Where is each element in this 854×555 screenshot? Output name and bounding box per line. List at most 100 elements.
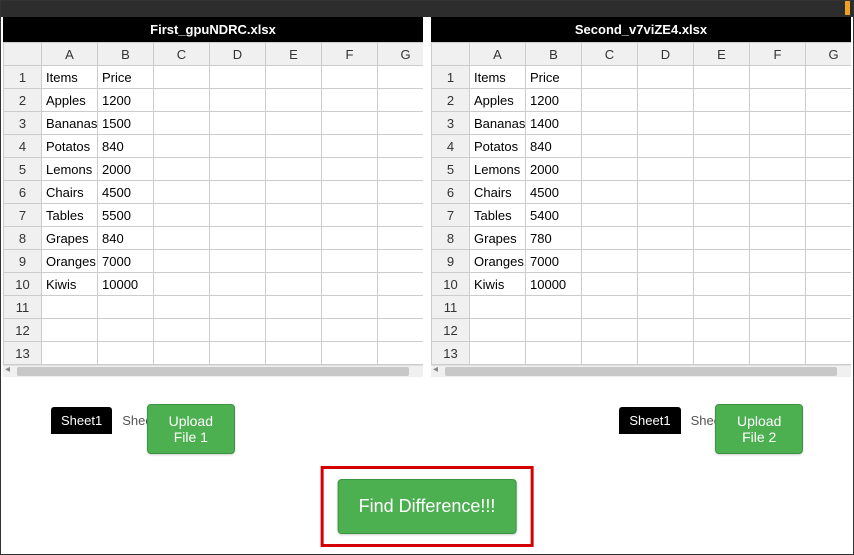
cell[interactable] <box>322 319 378 342</box>
cell[interactable] <box>266 227 322 250</box>
cell[interactable] <box>526 319 582 342</box>
cell[interactable] <box>378 342 424 365</box>
cell[interactable]: Potatos <box>42 135 98 158</box>
cell[interactable] <box>750 227 806 250</box>
row-header[interactable]: 2 <box>4 89 42 112</box>
cell[interactable] <box>266 273 322 296</box>
cell[interactable]: 1500 <box>98 112 154 135</box>
row-header[interactable]: 4 <box>4 135 42 158</box>
cell[interactable]: 5500 <box>98 204 154 227</box>
cell[interactable]: 10000 <box>98 273 154 296</box>
cell[interactable] <box>378 204 424 227</box>
cell[interactable] <box>694 66 750 89</box>
cell[interactable] <box>638 204 694 227</box>
cell[interactable]: Lemons <box>470 158 526 181</box>
cell[interactable] <box>378 319 424 342</box>
cell[interactable] <box>806 135 852 158</box>
cell[interactable] <box>694 342 750 365</box>
cell[interactable] <box>582 342 638 365</box>
cell[interactable]: 2000 <box>98 158 154 181</box>
cell[interactable] <box>806 204 852 227</box>
cell[interactable] <box>266 319 322 342</box>
row-header[interactable]: 7 <box>432 204 470 227</box>
upload-file-1-button[interactable]: Upload File 1 <box>147 404 235 454</box>
cell[interactable] <box>638 296 694 319</box>
cell[interactable] <box>750 135 806 158</box>
cell[interactable]: Items <box>42 66 98 89</box>
cell[interactable] <box>378 135 424 158</box>
cell[interactable] <box>582 250 638 273</box>
cell[interactable]: 2000 <box>526 158 582 181</box>
cell[interactable] <box>582 158 638 181</box>
cell[interactable] <box>266 112 322 135</box>
h-scrollbar[interactable] <box>431 365 851 377</box>
cell[interactable] <box>322 112 378 135</box>
cell[interactable] <box>806 250 852 273</box>
cell[interactable] <box>210 181 266 204</box>
h-scrollbar[interactable] <box>3 365 423 377</box>
col-header[interactable]: C <box>582 43 638 66</box>
cell[interactable] <box>42 342 98 365</box>
cell[interactable]: Chairs <box>42 181 98 204</box>
cell[interactable] <box>378 296 424 319</box>
cell[interactable] <box>582 227 638 250</box>
row-header[interactable]: 1 <box>4 66 42 89</box>
row-header[interactable]: 2 <box>432 89 470 112</box>
cell[interactable] <box>526 342 582 365</box>
cell[interactable] <box>750 342 806 365</box>
row-header[interactable]: 6 <box>432 181 470 204</box>
cell[interactable] <box>694 181 750 204</box>
cell[interactable] <box>154 89 210 112</box>
cell[interactable] <box>322 135 378 158</box>
col-header[interactable]: G <box>806 43 852 66</box>
cell[interactable] <box>470 319 526 342</box>
col-header[interactable]: B <box>526 43 582 66</box>
cell[interactable]: Potatos <box>470 135 526 158</box>
cell[interactable]: 1200 <box>98 89 154 112</box>
cell[interactable] <box>378 112 424 135</box>
cell[interactable] <box>322 181 378 204</box>
cell[interactable] <box>210 227 266 250</box>
corner-cell[interactable] <box>432 43 470 66</box>
col-header[interactable]: D <box>638 43 694 66</box>
corner-cell[interactable] <box>4 43 42 66</box>
cell[interactable] <box>694 319 750 342</box>
cell[interactable]: 4500 <box>526 181 582 204</box>
find-difference-button[interactable]: Find Difference!!! <box>338 479 517 534</box>
cell[interactable] <box>378 227 424 250</box>
cell[interactable] <box>638 112 694 135</box>
cell[interactable]: 5400 <box>526 204 582 227</box>
row-header[interactable]: 7 <box>4 204 42 227</box>
cell[interactable]: Price <box>526 66 582 89</box>
sheet-tab[interactable]: Sheet1 <box>619 407 680 434</box>
cell[interactable] <box>694 227 750 250</box>
row-header[interactable]: 10 <box>4 273 42 296</box>
cell[interactable] <box>210 66 266 89</box>
cell[interactable] <box>694 135 750 158</box>
row-header[interactable]: 3 <box>432 112 470 135</box>
cell[interactable] <box>526 296 582 319</box>
workbook-right-grid[interactable]: A B C D E F G 1ItemsPrice2Apples12003Ban… <box>431 42 851 377</box>
cell[interactable] <box>378 181 424 204</box>
cell[interactable]: Apples <box>470 89 526 112</box>
col-header[interactable]: E <box>694 43 750 66</box>
col-header[interactable]: B <box>98 43 154 66</box>
cell[interactable] <box>582 181 638 204</box>
col-header[interactable]: D <box>210 43 266 66</box>
cell[interactable] <box>750 89 806 112</box>
row-header[interactable]: 13 <box>4 342 42 365</box>
cell[interactable] <box>266 66 322 89</box>
cell[interactable] <box>266 181 322 204</box>
col-header[interactable]: A <box>42 43 98 66</box>
cell[interactable] <box>750 273 806 296</box>
row-header[interactable]: 10 <box>432 273 470 296</box>
cell[interactable] <box>322 250 378 273</box>
cell[interactable] <box>750 250 806 273</box>
cell[interactable] <box>154 181 210 204</box>
cell[interactable] <box>470 342 526 365</box>
cell[interactable] <box>266 158 322 181</box>
cell[interactable] <box>378 158 424 181</box>
cell[interactable] <box>638 135 694 158</box>
cell[interactable] <box>154 342 210 365</box>
cell[interactable] <box>210 135 266 158</box>
